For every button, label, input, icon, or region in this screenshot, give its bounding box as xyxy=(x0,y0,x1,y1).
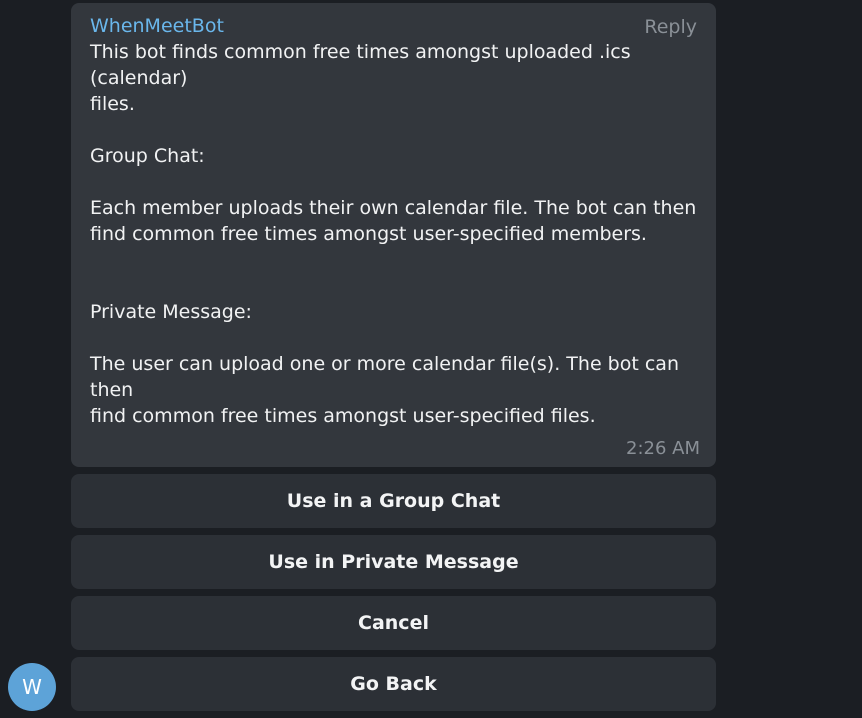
avatar[interactable]: W xyxy=(8,663,56,711)
sender-name[interactable]: WhenMeetBot xyxy=(90,14,224,38)
use-in-group-chat-button[interactable]: Use in a Group Chat xyxy=(71,474,716,528)
use-in-private-message-button[interactable]: Use in Private Message xyxy=(71,535,716,589)
message-bubble: WhenMeetBot Reply This bot finds common … xyxy=(71,3,716,505)
message-timestamp: 2:26 AM xyxy=(626,438,700,459)
message-text: This bot finds common free times amongst… xyxy=(90,41,697,505)
go-back-button[interactable]: Go Back xyxy=(71,657,716,711)
cancel-button[interactable]: Cancel xyxy=(71,596,716,650)
reply-button[interactable]: Reply xyxy=(644,15,697,39)
